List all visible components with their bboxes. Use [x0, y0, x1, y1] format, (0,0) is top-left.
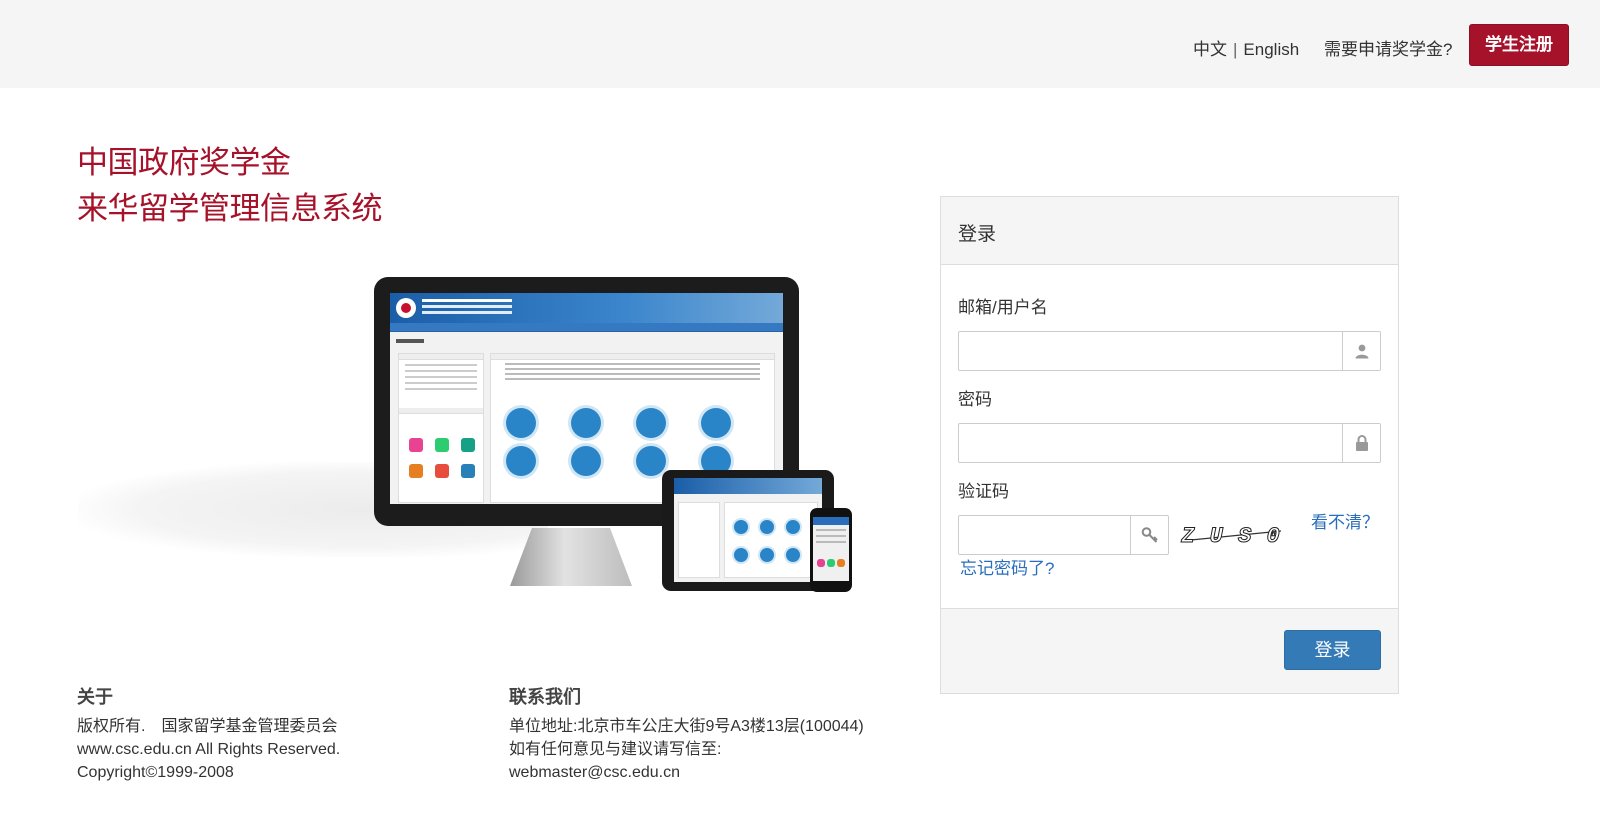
username-input[interactable]	[959, 332, 1334, 370]
need-scholarship-link[interactable]: 需要申请奖学金?	[1324, 35, 1452, 60]
contact-heading: 联系我们	[509, 687, 581, 707]
forgot-password-link[interactable]: 忘记密码了?	[960, 554, 1054, 579]
top-bar: 中文 | English 需要申请奖学金? 学生注册	[0, 0, 1600, 88]
system-title: 中国政府奖学金 来华留学管理信息系统	[77, 140, 383, 232]
csc-logo-icon	[396, 298, 416, 318]
contact-section: 联系我们 单位地址:北京市车公庄大街9号A3楼13层(100044) 如有任何意…	[509, 686, 864, 784]
lang-chinese-link[interactable]: 中文	[1193, 40, 1227, 59]
login-submit-button[interactable]: 登录	[1284, 630, 1381, 670]
contact-email: webmaster@csc.edu.cn	[509, 764, 680, 781]
student-register-button[interactable]: 学生注册	[1469, 24, 1569, 66]
login-panel: 登录 邮箱/用户名 密码 验证码 Z U S 0 看不清？ 忘记密码了? 登录	[940, 196, 1399, 694]
username-label: 邮箱/用户名	[958, 298, 1048, 317]
captcha-input[interactable]	[959, 516, 1129, 554]
phone-illustration	[810, 508, 852, 592]
copyright-years: Copyright©1999-2008	[77, 764, 234, 781]
copyright-owner: 版权所有. 国家留学基金管理委员会	[77, 718, 338, 735]
about-section: 关于 版权所有. 国家留学基金管理委员会 www.csc.edu.cn All …	[77, 686, 340, 784]
password-field-group	[958, 423, 1381, 463]
login-panel-footer: 登录	[941, 608, 1398, 693]
key-icon	[1130, 516, 1168, 554]
user-icon	[1342, 332, 1380, 370]
captcha-image[interactable]: Z U S 0	[1179, 515, 1283, 555]
captcha-label: 验证码	[958, 482, 1009, 501]
contact-address: 单位地址:北京市车公庄大街9号A3楼13层(100044)	[509, 718, 864, 735]
screen-left-panel	[398, 353, 484, 503]
username-field-group	[958, 331, 1381, 371]
lock-icon	[1342, 424, 1380, 462]
password-label: 密码	[958, 390, 992, 409]
screen-header-banner	[390, 293, 783, 323]
refresh-captcha-link[interactable]: 看不清？	[1311, 508, 1379, 533]
system-title-line1: 中国政府奖学金	[77, 145, 291, 180]
captcha-image-text: Z U S 0	[1180, 524, 1280, 549]
lang-english-link[interactable]: English	[1243, 40, 1299, 59]
tablet-illustration	[662, 470, 834, 591]
captcha-field-group	[958, 515, 1169, 555]
devices-illustration	[78, 270, 878, 610]
contact-feedback-text: 如有任何意见与建议请写信至:	[509, 741, 722, 758]
about-heading: 关于	[77, 687, 113, 707]
language-switcher: 中文 | English	[1193, 35, 1299, 60]
rights-reserved-text: www.csc.edu.cn All Rights Reserved.	[77, 741, 341, 758]
password-input[interactable]	[959, 424, 1334, 462]
system-title-line2: 来华留学管理信息系统	[77, 191, 383, 226]
lang-separator: |	[1233, 40, 1238, 59]
login-panel-header: 登录	[941, 197, 1398, 265]
